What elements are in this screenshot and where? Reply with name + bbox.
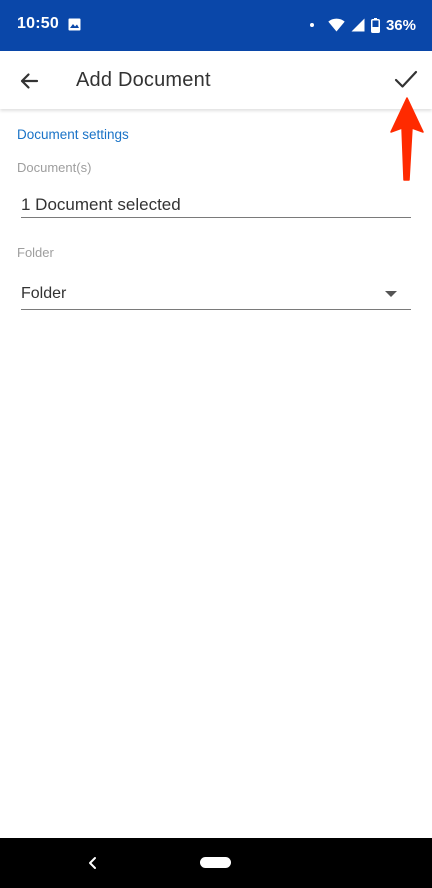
status-bar: 10:50 36%: [0, 0, 432, 51]
navigation-bar: [0, 838, 432, 888]
documents-field[interactable]: 1 Document selected: [21, 193, 411, 218]
image-icon: [68, 18, 81, 31]
folder-value: Folder: [21, 285, 67, 302]
folder-dropdown[interactable]: Folder: [21, 282, 411, 310]
dropdown-triangle-icon: [385, 291, 397, 297]
cellular-signal-icon: [351, 18, 365, 32]
wifi-icon: [328, 18, 345, 32]
documents-value: 1 Document selected: [21, 195, 181, 214]
notification-dot-icon: [309, 23, 314, 27]
nav-back-icon[interactable]: [86, 855, 100, 871]
section-header-document-settings: Document settings: [17, 127, 129, 142]
app-bar: Add Document: [0, 51, 432, 109]
battery-icon: [370, 17, 380, 33]
checkmark-icon[interactable]: [392, 65, 420, 93]
documents-label: Document(s): [17, 160, 92, 175]
status-indicators: 36%: [309, 14, 416, 36]
page-title: Add Document: [76, 69, 211, 91]
folder-label: Folder: [17, 245, 54, 260]
nav-home-pill[interactable]: [200, 857, 231, 868]
battery-percentage: 36%: [385, 16, 416, 34]
status-time: 10:50: [17, 15, 59, 32]
back-arrow-icon[interactable]: [14, 66, 44, 96]
screen: 10:50 36% Add Document Document settings…: [0, 0, 432, 888]
annotation-arrow-icon: [390, 97, 424, 181]
